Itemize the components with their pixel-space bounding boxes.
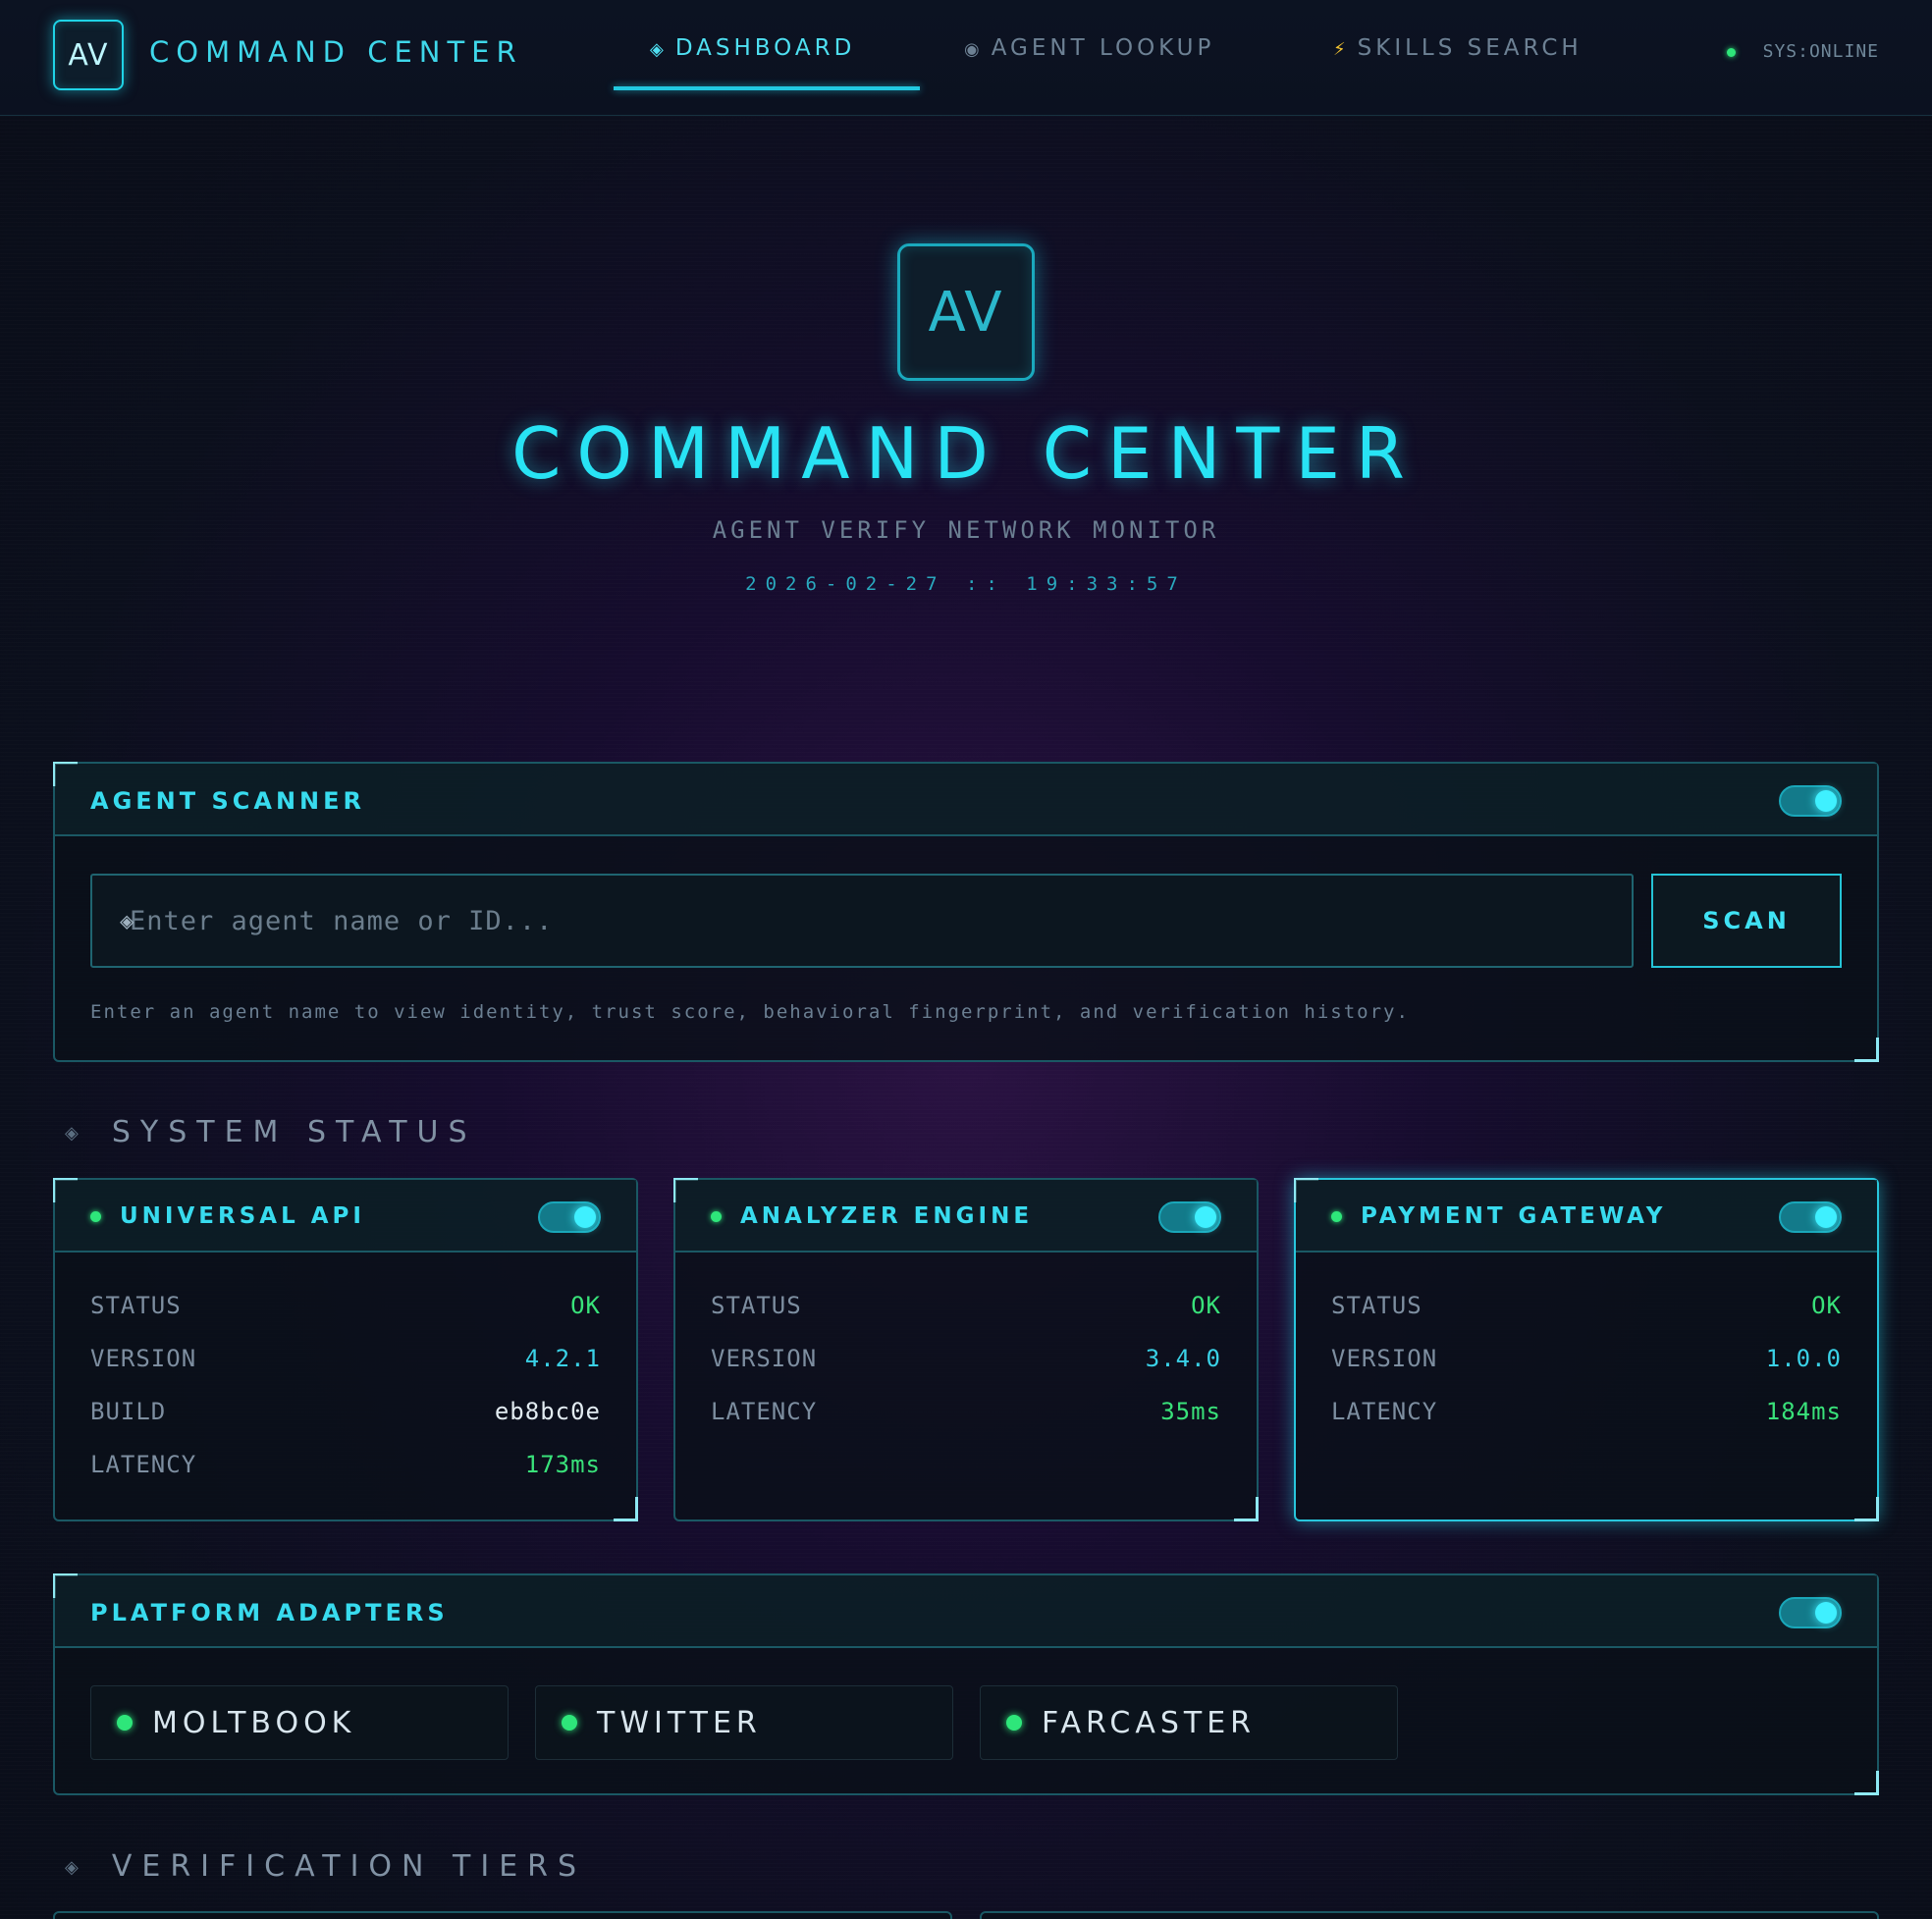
stat-key: VERSION (90, 1345, 197, 1372)
platform-adapters-toggle[interactable] (1779, 1597, 1842, 1628)
verification-tiers-label: VERIFICATION TIERS (111, 1849, 587, 1884)
status-dot-icon (562, 1715, 577, 1731)
card-title: ANALYZER ENGINE (740, 1203, 1034, 1229)
stat-row: LATENCY 184ms (1331, 1398, 1842, 1437)
status-card-payment-gateway: PAYMENT GATEWAY STATUS OK VERSION 1.0.0 … (1294, 1178, 1879, 1521)
agent-scanner-header: AGENT SCANNER (55, 764, 1877, 836)
adapter-name: FARCASTER (1042, 1706, 1257, 1740)
tab-dashboard-label: DASHBOARD (674, 35, 856, 61)
status-dot-icon (90, 1211, 101, 1222)
adapter-twitter[interactable]: TWITTER (535, 1685, 953, 1760)
tier-card (53, 1911, 952, 1919)
stat-value: 184ms (1765, 1398, 1842, 1425)
adapter-farcaster[interactable]: FARCASTER (980, 1685, 1398, 1760)
stat-key: STATUS (90, 1292, 182, 1319)
card-header: ANALYZER ENGINE (675, 1180, 1257, 1253)
page-subtitle: AGENT VERIFY NETWORK MONITOR (712, 516, 1220, 544)
toggle-knob (1815, 790, 1837, 812)
page-title: COMMAND CENTER (511, 412, 1421, 495)
adapter-moltbook[interactable]: MOLTBOOK (90, 1685, 509, 1760)
nav-title: COMMAND CENTER (149, 35, 523, 69)
tier-card (980, 1911, 1879, 1919)
stat-row: STATUS OK (711, 1292, 1221, 1331)
tab-agent-lookup-label: AGENT LOOKUP (991, 35, 1215, 61)
status-dot-icon (711, 1211, 722, 1222)
adapter-name: MOLTBOOK (152, 1706, 356, 1740)
stat-row: STATUS OK (1331, 1292, 1842, 1331)
diamond-icon: ◈ (120, 907, 134, 934)
stat-key: VERSION (711, 1345, 818, 1372)
stat-key: LATENCY (90, 1451, 197, 1478)
analyzer-engine-toggle[interactable] (1158, 1201, 1221, 1233)
card-title: UNIVERSAL API (120, 1203, 365, 1229)
system-online-indicator: SYS:ONLINE (1726, 41, 1879, 62)
stat-value: 3.4.0 (1145, 1345, 1221, 1372)
stat-key: BUILD (90, 1398, 167, 1425)
hero-logo: AV (897, 243, 1035, 381)
system-status-text: SYS:ONLINE (1762, 41, 1879, 62)
status-dot-icon (117, 1715, 133, 1731)
stat-key: LATENCY (1331, 1398, 1438, 1425)
active-tab-indicator (614, 86, 920, 90)
status-dot-icon (1726, 47, 1736, 57)
stat-value: OK (1191, 1292, 1221, 1319)
agent-scanner-toggle[interactable] (1779, 785, 1842, 817)
card-header: UNIVERSAL API (55, 1180, 636, 1253)
top-nav: AV COMMAND CENTER ◈ DASHBOARD ◉ AGENT LOOK… (0, 0, 1932, 116)
platform-adapters-panel: PLATFORM ADAPTERS MOLTBOOK TWITTER FARCA… (53, 1573, 1879, 1795)
toggle-knob (1815, 1206, 1837, 1228)
system-status-label: SYSTEM STATUS (111, 1115, 477, 1149)
stat-key: VERSION (1331, 1345, 1438, 1372)
stat-row: LATENCY 173ms (90, 1451, 601, 1490)
toggle-knob (1815, 1602, 1837, 1624)
status-card-analyzer-engine: ANALYZER ENGINE STATUS OK VERSION 3.4.0 … (673, 1178, 1259, 1521)
toggle-knob (574, 1206, 596, 1228)
stat-key: STATUS (711, 1292, 802, 1319)
stat-row: VERSION 4.2.1 (90, 1345, 601, 1384)
target-icon: ◉ (964, 39, 984, 60)
adapter-name: TWITTER (597, 1706, 762, 1740)
tab-agent-lookup[interactable]: ◉ AGENT LOOKUP (964, 35, 1214, 61)
tab-skills-search[interactable]: ⚡ SKILLS SEARCH (1333, 35, 1583, 61)
stat-row: STATUS OK (90, 1292, 601, 1331)
tab-dashboard[interactable]: ◈ DASHBOARD (650, 35, 855, 61)
stat-row: VERSION 3.4.0 (711, 1345, 1221, 1384)
card-title: PAYMENT GATEWAY (1361, 1203, 1667, 1229)
stat-value: OK (1811, 1292, 1842, 1319)
tab-skills-search-label: SKILLS SEARCH (1357, 35, 1583, 61)
agent-search-input[interactable] (90, 874, 1634, 968)
lightning-icon: ⚡ (1333, 39, 1350, 60)
stat-row: LATENCY 35ms (711, 1398, 1221, 1437)
stat-value: 4.2.1 (524, 1345, 601, 1372)
payment-gateway-toggle[interactable] (1779, 1201, 1842, 1233)
nav-logo[interactable]: AV (53, 20, 124, 90)
stat-row: BUILD eb8bc0e (90, 1398, 601, 1437)
toggle-knob (1195, 1206, 1216, 1228)
system-status-heading: ◈ SYSTEM STATUS (65, 1115, 477, 1149)
scan-button[interactable]: SCAN (1651, 874, 1842, 968)
status-dot-icon (1006, 1715, 1022, 1731)
verification-tiers-heading: ◈ VERIFICATION TIERS (65, 1849, 586, 1884)
status-dot-icon (1331, 1211, 1342, 1222)
platform-adapters-title: PLATFORM ADAPTERS (90, 1599, 449, 1626)
diamond-icon: ◈ (650, 39, 668, 60)
clock-readout: 2026-02-27 :: 19:33:57 (745, 573, 1187, 595)
platform-adapters-header: PLATFORM ADAPTERS (55, 1575, 1877, 1648)
diamond-icon: ◈ (65, 1857, 88, 1878)
stat-key: LATENCY (711, 1398, 818, 1425)
stat-value: 173ms (524, 1451, 601, 1478)
scanner-help-text: Enter an agent name to view identity, tr… (90, 1001, 1410, 1023)
diamond-icon: ◈ (65, 1123, 88, 1144)
status-card-universal-api: UNIVERSAL API STATUS OK VERSION 4.2.1 BU… (53, 1178, 638, 1521)
stat-value: 35ms (1160, 1398, 1221, 1425)
agent-scanner-title: AGENT SCANNER (90, 787, 365, 815)
stat-value: OK (570, 1292, 601, 1319)
stat-value: 1.0.0 (1765, 1345, 1842, 1372)
universal-api-toggle[interactable] (538, 1201, 601, 1233)
stat-key: STATUS (1331, 1292, 1422, 1319)
agent-scanner-panel: AGENT SCANNER ◈ SCAN Enter an agent name… (53, 762, 1879, 1062)
stat-value: eb8bc0e (494, 1398, 601, 1425)
card-header: PAYMENT GATEWAY (1296, 1180, 1877, 1253)
stat-row: VERSION 1.0.0 (1331, 1345, 1842, 1384)
